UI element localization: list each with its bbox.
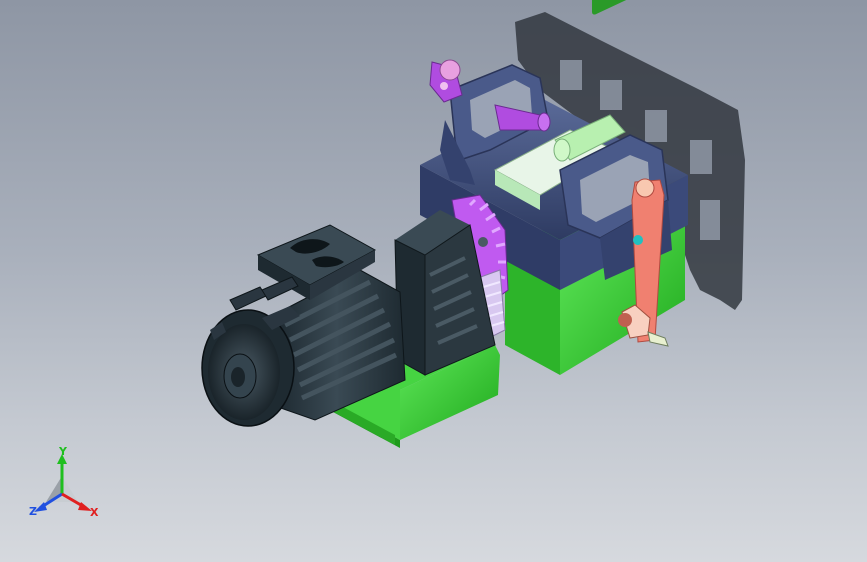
cad-viewport[interactable]: Y Z X xyxy=(0,0,867,562)
z-axis-label: Z xyxy=(29,505,37,518)
y-axis-label: Y xyxy=(59,445,67,458)
x-axis-label: X xyxy=(90,506,99,519)
motor-fins xyxy=(229,276,299,311)
model-view[interactable] xyxy=(0,0,867,562)
coordinate-triad[interactable]: Y Z X xyxy=(26,446,106,522)
